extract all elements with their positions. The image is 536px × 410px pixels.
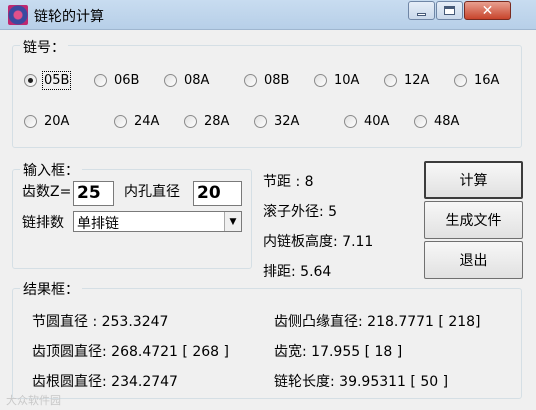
input-box-legend: 输入框： <box>20 160 82 180</box>
close-button[interactable]: ✕ <box>464 1 511 20</box>
radio-circle-icon[interactable] <box>414 115 427 128</box>
radio-label: 24A <box>134 114 160 129</box>
radio-16a[interactable]: 16A <box>454 73 499 88</box>
radio-20a[interactable]: 20A <box>24 114 69 129</box>
radio-label: 05B <box>41 71 72 90</box>
row-spacing-readout: 排距: 5.64 <box>263 264 332 280</box>
radio-08a[interactable]: 08A <box>164 73 209 88</box>
radio-40a[interactable]: 40A <box>344 114 389 129</box>
radio-circle-icon[interactable] <box>114 115 127 128</box>
radio-label: 48A <box>434 114 460 129</box>
teeth-label: 齿数Z= <box>22 184 72 200</box>
rows-label: 链排数 <box>22 215 64 231</box>
chevron-down-icon[interactable]: ▼ <box>224 212 241 231</box>
minimize-button[interactable] <box>408 1 435 20</box>
radio-label: 20A <box>44 114 70 129</box>
radio-label: 08A <box>184 73 210 88</box>
pitch-circle-diameter: 节圆直径 : 253.3247 <box>32 314 169 330</box>
calculate-button[interactable]: 计算 <box>424 161 523 199</box>
pitch-readout: 节距 : 8 <box>263 174 314 190</box>
radio-32a[interactable]: 32A <box>254 114 299 129</box>
inner-plate-height-readout: 内链板高度: 7.11 <box>263 234 374 250</box>
radio-12a[interactable]: 12A <box>384 73 429 88</box>
window-title: 链轮的计算 <box>34 9 104 25</box>
chain-rows-value: 单排链 <box>77 216 119 232</box>
maximize-button[interactable] <box>436 1 463 20</box>
hub-length: 链轮长度: 39.95311 [ 50 ] <box>274 374 449 390</box>
radio-circle-icon[interactable] <box>94 74 107 87</box>
tip-circle-diameter: 齿顶圆直径: 268.4721 [ 268 ] <box>32 344 229 360</box>
minimize-icon <box>417 13 426 16</box>
close-icon: ✕ <box>481 2 494 19</box>
radio-05b[interactable]: 05B <box>24 71 72 90</box>
watermark: 大众软件园 <box>6 394 61 407</box>
radio-label: 28A <box>204 114 230 129</box>
teeth-input[interactable]: 25 <box>73 181 114 206</box>
flange-diameter: 齿侧凸缘直径: 218.7771 [ 218] <box>274 314 481 330</box>
radio-circle-icon[interactable] <box>254 115 267 128</box>
roller-diameter-readout: 滚子外径: 5 <box>263 204 338 220</box>
radio-circle-icon[interactable] <box>24 74 37 87</box>
radio-circle-icon[interactable] <box>24 115 37 128</box>
radio-circle-icon[interactable] <box>184 115 197 128</box>
radio-24a[interactable]: 24A <box>114 114 159 129</box>
radio-48a[interactable]: 48A <box>414 114 459 129</box>
radio-label: 40A <box>364 114 390 129</box>
tooth-width: 齿宽: 17.955 [ 18 ] <box>274 344 403 360</box>
radio-08b[interactable]: 08B <box>244 73 289 88</box>
radio-label: 16A <box>474 73 500 88</box>
chain-rows-select[interactable]: 单排链 ▼ <box>73 211 242 232</box>
radio-label: 12A <box>404 73 430 88</box>
app-icon <box>8 5 28 25</box>
radio-label: 06B <box>114 73 140 88</box>
radio-circle-icon[interactable] <box>164 74 177 87</box>
chain-number-legend: 链号： <box>20 37 68 57</box>
radio-label: 08B <box>264 73 290 88</box>
radio-10a[interactable]: 10A <box>314 73 359 88</box>
radio-circle-icon[interactable] <box>384 74 397 87</box>
radio-28a[interactable]: 28A <box>184 114 229 129</box>
radio-circle-icon[interactable] <box>344 115 357 128</box>
radio-label: 10A <box>334 73 360 88</box>
results-legend: 结果框： <box>20 279 82 299</box>
title-bar: 链轮的计算 ✕ <box>0 0 536 30</box>
bore-diameter-input[interactable]: 20 <box>193 181 242 206</box>
chain-number-group <box>12 45 522 148</box>
radio-circle-icon[interactable] <box>454 74 467 87</box>
maximize-icon <box>444 6 455 15</box>
radio-label: 32A <box>274 114 300 129</box>
generate-file-button[interactable]: 生成文件 <box>424 201 523 239</box>
radio-circle-icon[interactable] <box>244 74 257 87</box>
exit-button[interactable]: 退出 <box>424 241 523 279</box>
radio-06b[interactable]: 06B <box>94 73 139 88</box>
bore-label: 内孔直径 <box>124 184 180 200</box>
root-circle-diameter: 齿根圆直径: 234.2747 <box>32 374 178 390</box>
radio-circle-icon[interactable] <box>314 74 327 87</box>
